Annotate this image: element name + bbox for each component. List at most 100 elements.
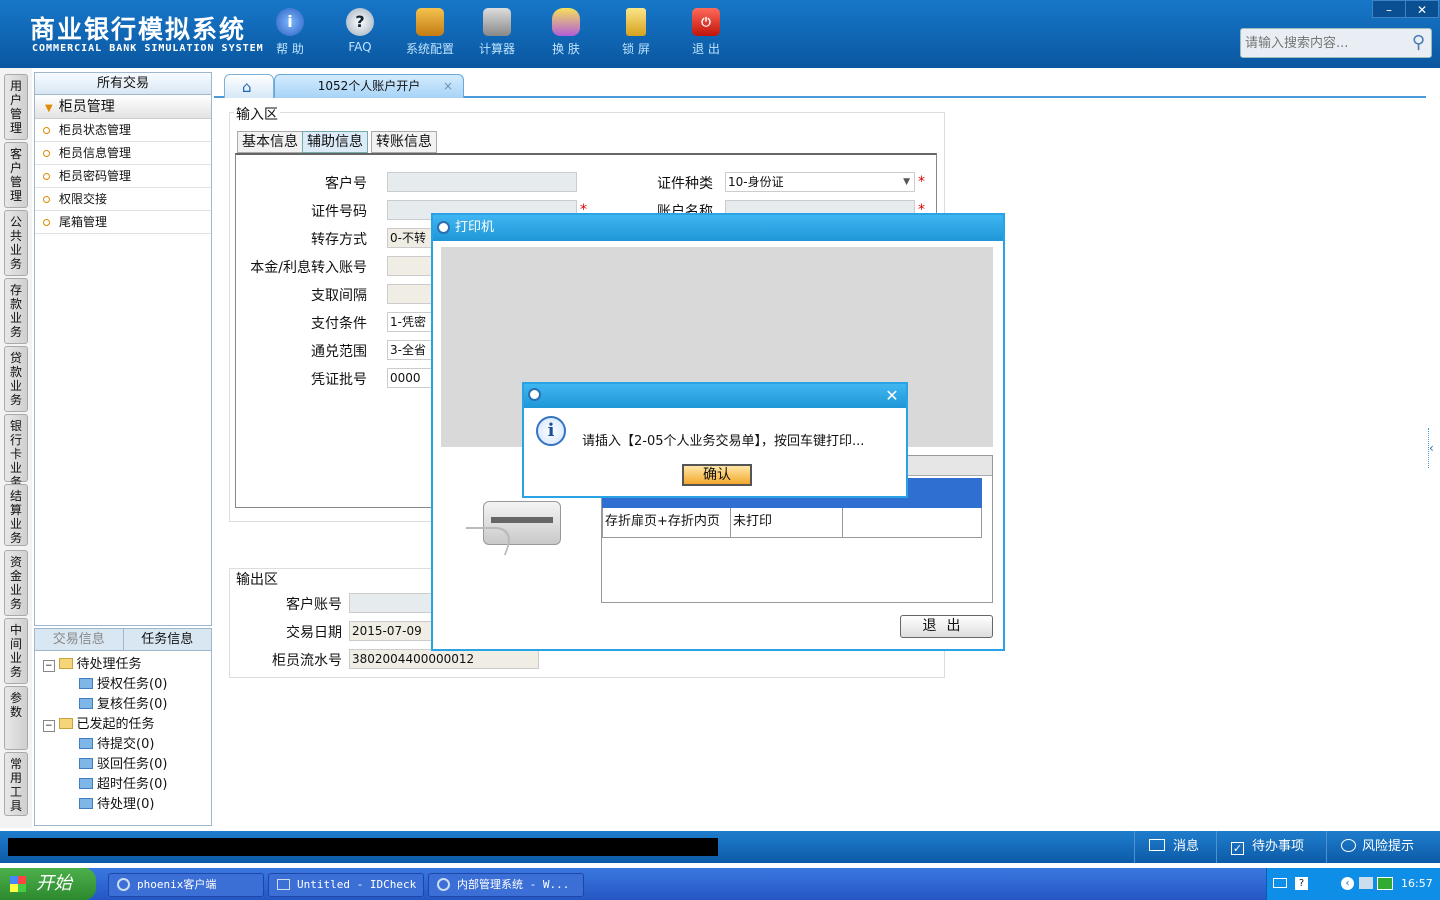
tab-transaction-info[interactable]: 交易信息 bbox=[35, 629, 124, 650]
output-section-label: 输出区 bbox=[234, 569, 280, 589]
keyboard-icon[interactable] bbox=[1273, 878, 1287, 888]
tree-item-cash-box[interactable]: 尾箱管理 bbox=[35, 211, 211, 234]
tree-node-rejected[interactable]: 驳回任务(0) bbox=[79, 753, 167, 772]
taskbar-item-phoenix[interactable]: phoenix客户端 bbox=[108, 873, 264, 897]
table-row[interactable]: 存折扉页+存折内页 未打印 bbox=[602, 508, 982, 538]
customer-no-field[interactable] bbox=[387, 172, 577, 192]
vnav-card-business[interactable]: 银行卡业务 bbox=[4, 414, 28, 489]
tree-node-authorization-tasks[interactable]: 授权任务(0) bbox=[79, 673, 167, 692]
voucher-batch-label: 凭证批号 bbox=[311, 372, 367, 388]
tree-node-to-submit[interactable]: 待提交(0) bbox=[79, 733, 154, 752]
folder-icon bbox=[79, 678, 93, 689]
tree-item-label: 权限交接 bbox=[59, 192, 108, 206]
start-label: 开始 bbox=[36, 873, 72, 894]
confirm-ok-button[interactable]: 确认 bbox=[682, 464, 752, 486]
vnav-fund-business[interactable]: 资金业务 bbox=[4, 550, 28, 616]
folder-icon bbox=[79, 758, 93, 769]
taskbar-item-internal-system[interactable]: 内部管理系统 - W... bbox=[428, 873, 584, 897]
id-type-value: 10-身份证 bbox=[728, 175, 784, 189]
chevron-left-icon[interactable]: ‹ bbox=[1341, 877, 1354, 890]
app-subtitle: COMMERCIAL BANK SIMULATION SYSTEM bbox=[32, 43, 264, 54]
lock-screen-button[interactable]: 锁 屏 bbox=[606, 8, 666, 57]
info-icon: i bbox=[536, 416, 566, 446]
network-icon[interactable] bbox=[1359, 877, 1373, 889]
close-window-button[interactable]: ✕ bbox=[1405, 0, 1439, 18]
faq-button[interactable]: ? FAQ bbox=[330, 8, 390, 54]
calculator-label: 计算器 bbox=[478, 42, 515, 56]
subtab-basic-info[interactable]: 基本信息 bbox=[237, 131, 303, 153]
tree-node-label: 待处理(0) bbox=[97, 797, 155, 812]
tree-item-teller-status[interactable]: 柜员状态管理 bbox=[35, 119, 211, 142]
task-panel: 交易信息 任务信息 − 待处理任务 授权任务(0) 复核任务(0) − 已发起的任务… bbox=[34, 628, 212, 826]
taskbar-item-idcheck[interactable]: Untitled - IDCheck bbox=[268, 873, 424, 897]
vnav-parameters[interactable]: 参数 bbox=[4, 686, 28, 750]
help-button[interactable]: i 帮 助 bbox=[260, 8, 320, 57]
tree-node-label: 授权任务(0) bbox=[97, 677, 168, 692]
bullet-icon bbox=[43, 219, 50, 226]
vnav-intermediate-business[interactable]: 中间业务 bbox=[4, 618, 28, 684]
confirm-dialog-titlebar[interactable]: ✕ bbox=[524, 384, 906, 408]
bullet-icon bbox=[43, 127, 50, 134]
customer-account-label: 客户账号 bbox=[286, 597, 342, 613]
vnav-loan-business[interactable]: 贷款业务 bbox=[4, 346, 28, 412]
tab-label: 1052个人账户开户 bbox=[317, 79, 421, 93]
tree-node-to-process[interactable]: 待处理(0) bbox=[79, 793, 154, 812]
tree-node-started-tasks[interactable]: − 已发起的任务 bbox=[43, 713, 155, 732]
chevron-down-icon[interactable]: ▼ bbox=[903, 173, 910, 191]
tab-task-info[interactable]: 任务信息 bbox=[124, 629, 212, 650]
calculator-button[interactable]: 计算器 bbox=[467, 8, 527, 57]
tree-header[interactable]: 所有交易 bbox=[35, 73, 211, 95]
printer-illustration-icon bbox=[455, 497, 571, 567]
tree-node-timeout[interactable]: 超时任务(0) bbox=[79, 773, 167, 792]
tree-item-label: 柜员状态管理 bbox=[59, 123, 132, 137]
lock-icon bbox=[626, 8, 646, 36]
close-icon[interactable]: ✕ bbox=[882, 386, 902, 405]
tree-node-label: 复核任务(0) bbox=[97, 697, 168, 712]
printer-exit-button[interactable]: 退出 bbox=[900, 615, 993, 638]
skin-button[interactable]: 换 肤 bbox=[536, 8, 596, 57]
risk-alert-label: 风险提示 bbox=[1362, 839, 1415, 854]
tree-node-label: 已发起的任务 bbox=[76, 717, 155, 732]
tree-node-review-tasks[interactable]: 复核任务(0) bbox=[79, 693, 167, 712]
print-item-cell: 存折扉页+存折内页 bbox=[603, 508, 731, 537]
tab-close-icon[interactable]: × bbox=[443, 75, 453, 97]
faq-icon: ? bbox=[346, 8, 374, 36]
tree-item-teller-info[interactable]: 柜员信息管理 bbox=[35, 142, 211, 165]
subtab-auxiliary-info[interactable]: 辅助信息 bbox=[302, 131, 368, 153]
id-type-select[interactable]: 10-身份证 ▼ bbox=[725, 172, 915, 192]
principal-account-label: 本金/利息转入账号 bbox=[250, 260, 367, 276]
tree-node-pending-tasks[interactable]: − 待处理任务 bbox=[43, 653, 142, 672]
faq-label: FAQ bbox=[348, 40, 372, 54]
exit-button[interactable]: ⏻ 退 出 bbox=[676, 8, 736, 57]
tree-group-teller-management[interactable]: ▼ 柜员管理 bbox=[35, 95, 211, 119]
tab-personal-account-opening[interactable]: 1052个人账户开户 × bbox=[274, 74, 464, 98]
start-button[interactable]: 开始 bbox=[0, 868, 96, 900]
collapse-handle[interactable]: ‹ bbox=[1428, 428, 1438, 468]
tree-item-teller-password[interactable]: 柜员密码管理 bbox=[35, 165, 211, 188]
risk-alert-button[interactable]: 风险提示 bbox=[1326, 831, 1440, 863]
help-tray-icon[interactable]: ? bbox=[1295, 877, 1308, 890]
vnav-deposit-business[interactable]: 存款业务 bbox=[4, 278, 28, 344]
tray-app-icon[interactable] bbox=[1377, 877, 1393, 890]
todo-button[interactable]: ✓ 待办事项 bbox=[1216, 831, 1324, 863]
printer-dialog-titlebar[interactable]: 打印机 bbox=[433, 215, 1003, 241]
tree-item-label: 柜员信息管理 bbox=[59, 146, 132, 160]
subtab-transfer-info[interactable]: 转账信息 bbox=[371, 131, 437, 153]
task-tabs: 交易信息 任务信息 bbox=[35, 629, 211, 651]
status-message-area bbox=[8, 838, 718, 856]
system-config-button[interactable]: 系统配置 bbox=[400, 8, 460, 57]
vnav-customer-management[interactable]: 客户管理 bbox=[4, 142, 28, 208]
toolbox-icon bbox=[416, 8, 444, 36]
lock-screen-label: 锁 屏 bbox=[622, 42, 650, 56]
vnav-public-business[interactable]: 公共业务 bbox=[4, 210, 28, 276]
search-icon[interactable]: ⚲ bbox=[1412, 32, 1425, 53]
messages-button[interactable]: 消息 bbox=[1134, 831, 1214, 863]
vnav-settlement-business[interactable]: 结算业务 bbox=[4, 484, 28, 546]
vnav-common-tools[interactable]: 常用工具 bbox=[4, 752, 28, 816]
app-logo-icon bbox=[528, 388, 541, 401]
vnav-user-management[interactable]: 用户管理 bbox=[4, 74, 28, 140]
tree-item-permission-handover[interactable]: 权限交接 bbox=[35, 188, 211, 211]
home-tab[interactable]: ⌂ bbox=[224, 74, 274, 98]
search-input[interactable] bbox=[1241, 29, 1401, 57]
minimize-button[interactable]: – bbox=[1372, 0, 1406, 18]
